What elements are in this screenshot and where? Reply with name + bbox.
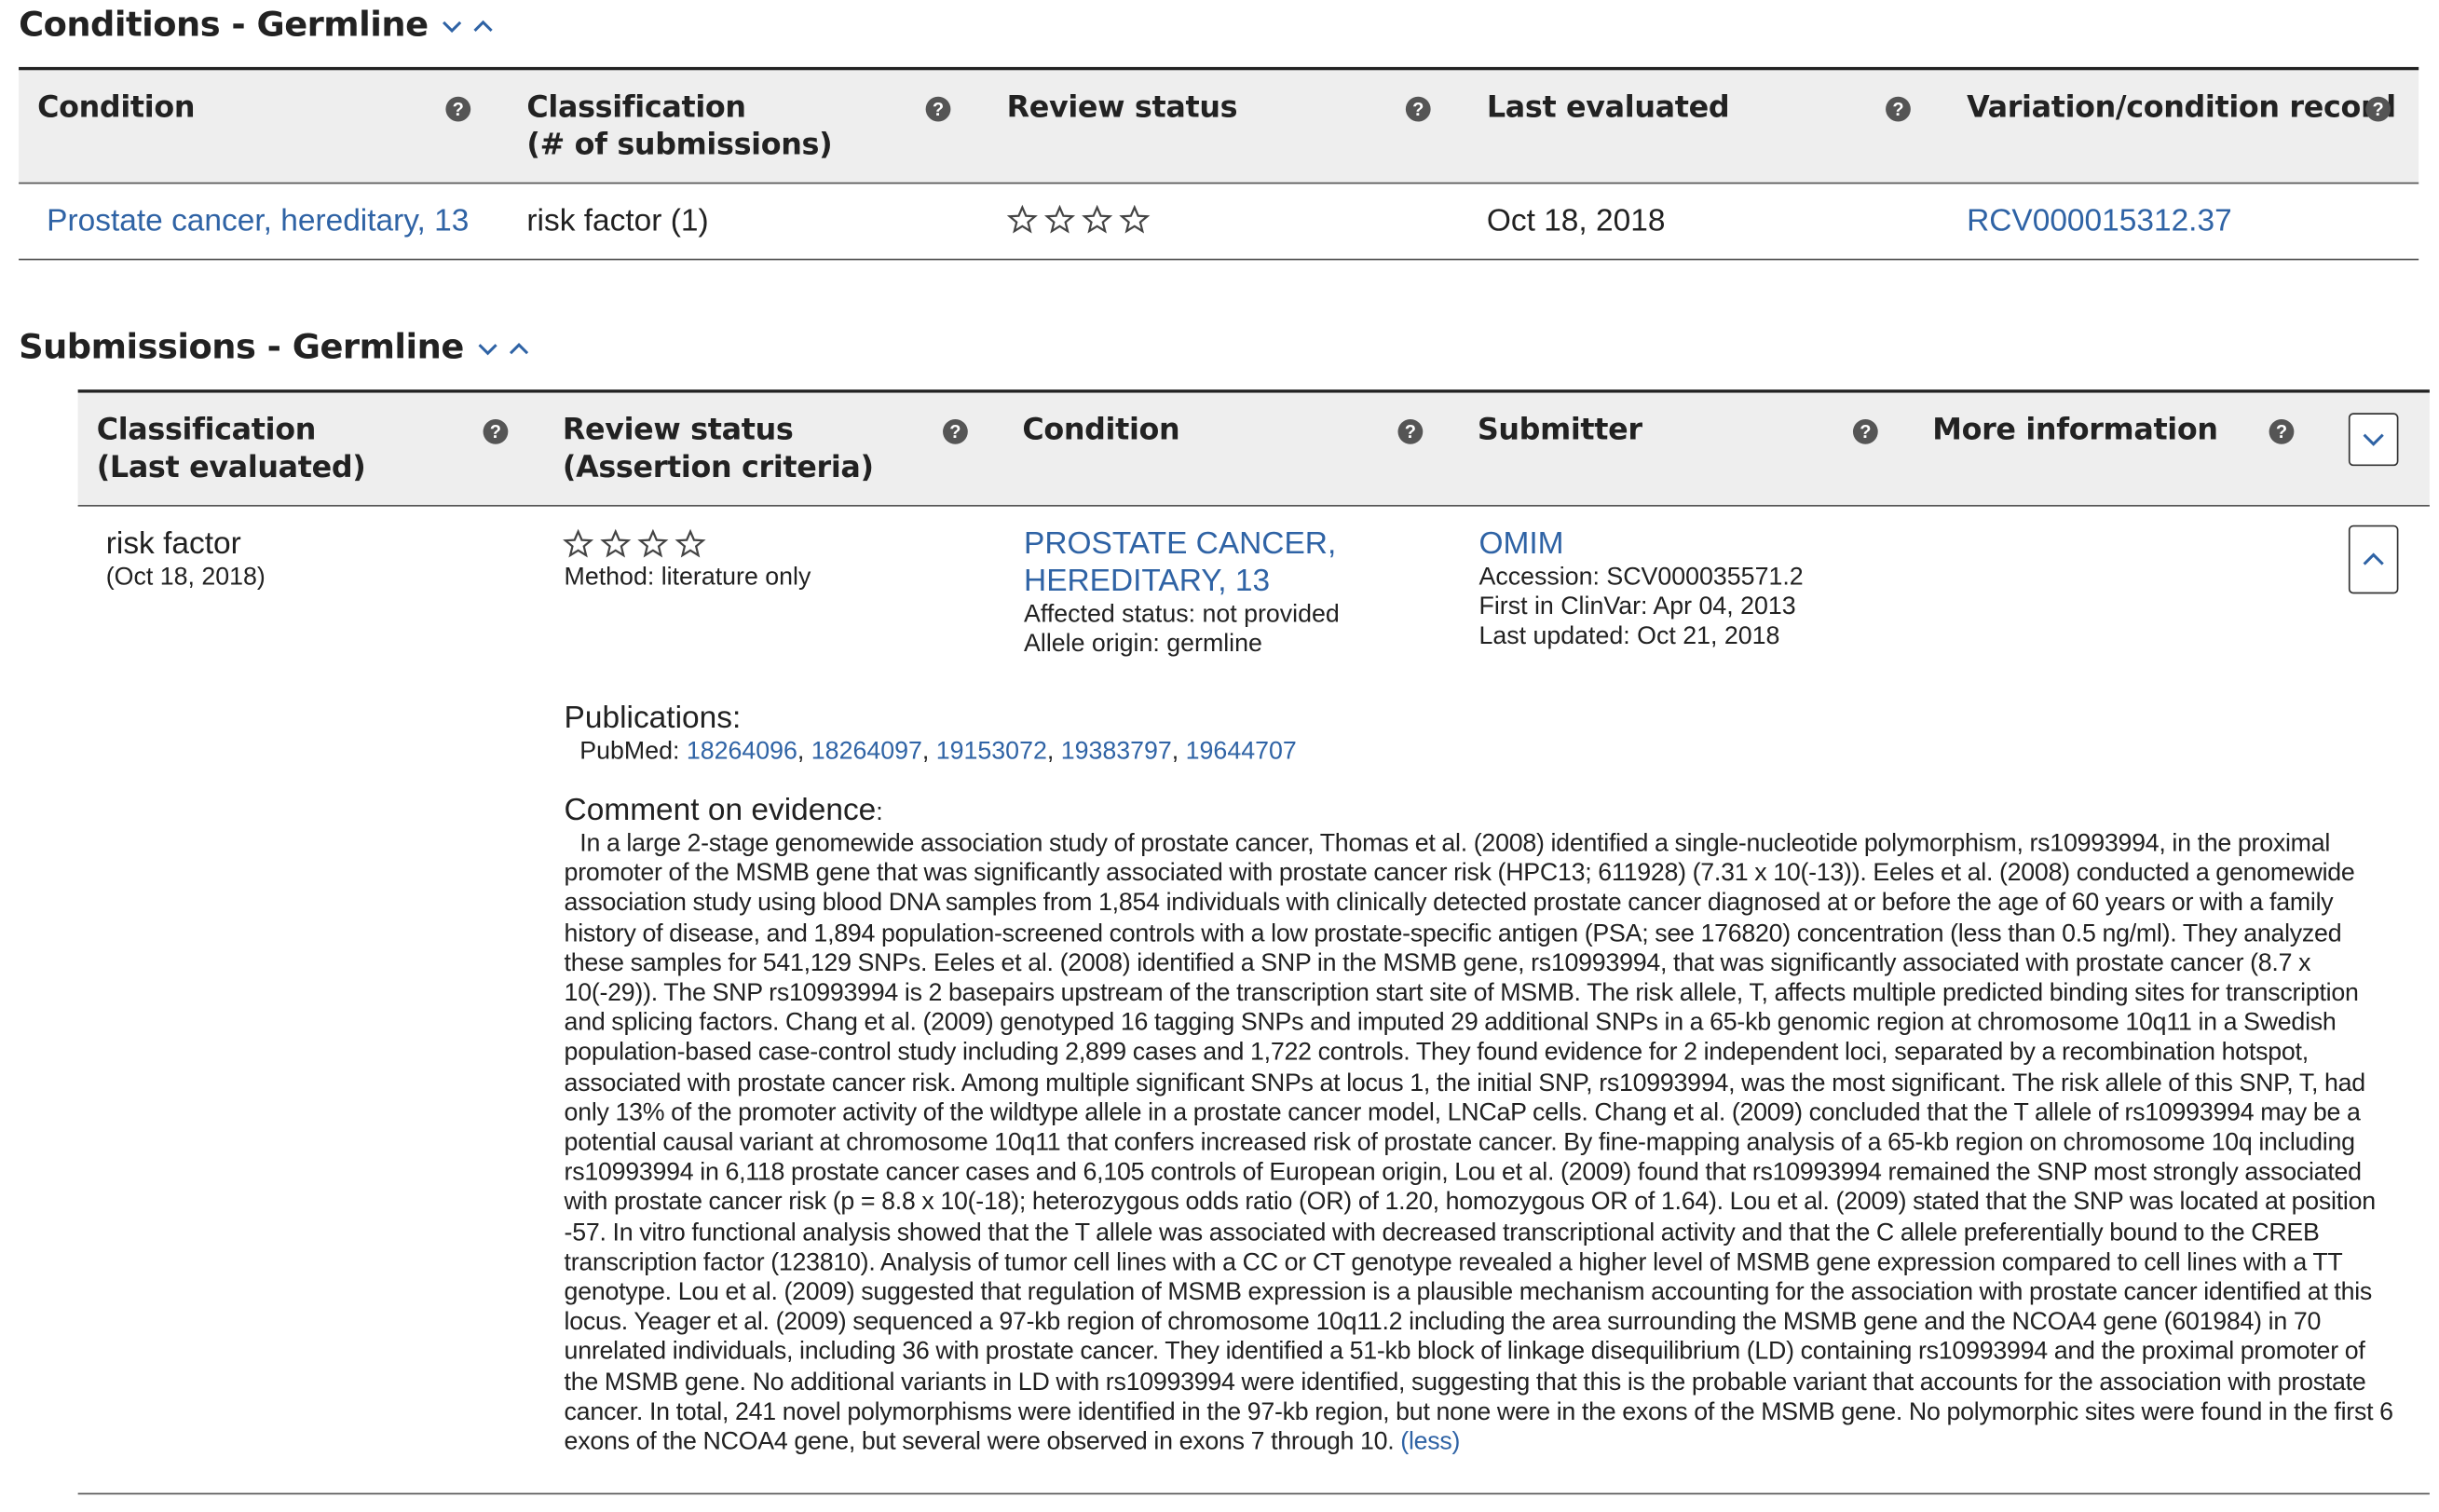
last-updated: Last updated: Oct 21, 2018: [1478, 623, 1780, 650]
allele-origin: Allele origin: germline: [1024, 631, 1262, 658]
col-condition[interactable]: Condition: [37, 89, 195, 126]
assertion-method: Method: literature only: [564, 564, 811, 591]
help-icon[interactable]: ?: [925, 96, 951, 122]
empty-star-icon: [600, 528, 632, 558]
condition-link[interactable]: Prostate cancer, hereditary, 13: [47, 202, 469, 239]
help-icon[interactable]: ?: [445, 96, 471, 122]
help-icon[interactable]: ?: [2269, 418, 2295, 444]
empty-star-icon: [674, 528, 706, 558]
col-review-status[interactable]: Review status (Assertion criteria): [563, 412, 874, 486]
collapse-chevron-down-icon[interactable]: [438, 12, 466, 40]
comment-label: Comment on evidence:: [565, 792, 883, 829]
table-divider: [77, 1492, 2430, 1495]
empty-star-icon: [1043, 204, 1076, 234]
classification-value: risk factor (1): [526, 204, 709, 238]
pubmed-label: PubMed:: [579, 738, 687, 766]
accession: Accession: SCV000035571.2: [1478, 564, 1804, 591]
less-link[interactable]: (less): [1400, 1429, 1460, 1455]
help-icon[interactable]: ?: [483, 418, 509, 444]
empty-star-icon: [563, 528, 594, 558]
col-condition[interactable]: Condition: [1022, 412, 1179, 449]
empty-star-icon: [1006, 204, 1038, 234]
help-icon[interactable]: ?: [2365, 96, 2391, 122]
empty-star-icon: [1082, 204, 1113, 234]
affected-status: Affected status: not provided: [1024, 601, 1340, 629]
col-review-status[interactable]: Review status: [1007, 89, 1238, 126]
col-submitter[interactable]: Submitter: [1478, 412, 1642, 449]
conditions-title-text: Conditions - Germline: [19, 6, 429, 46]
col-review-sub: (Assertion criteria): [562, 450, 874, 485]
col-classification-sub: (Last evaluated): [96, 450, 366, 485]
chevron-up-icon: [2363, 552, 2384, 565]
submitter-link[interactable]: OMIM: [1478, 525, 1563, 563]
col-record[interactable]: Variation/condition record: [1967, 89, 2396, 126]
conditions-section-title: Conditions - Germline: [19, 7, 497, 46]
chevron-down-icon: [2363, 433, 2384, 446]
last-evaluated-value: Oct 18, 2018: [1486, 204, 1666, 238]
col-classification[interactable]: Classification (# of submissions): [526, 89, 832, 163]
submission-condition-link[interactable]: PROSTATE CANCER, HEREDITARY, 13: [1024, 525, 1336, 600]
help-icon[interactable]: ?: [1886, 96, 1911, 122]
col-more-information[interactable]: More information: [1932, 412, 2218, 449]
submission-review-stars: [563, 528, 706, 559]
col-last-evaluated[interactable]: Last evaluated: [1487, 89, 1730, 126]
pubmed-link[interactable]: 19153072: [936, 739, 1047, 765]
pubmed-list: PubMed: 18264096, 18264097, 19153072, 19…: [579, 738, 1297, 766]
expand-all-button[interactable]: [2348, 413, 2399, 467]
pubmed-link[interactable]: 18264096: [687, 739, 797, 765]
col-review-label: Review status: [562, 413, 794, 448]
col-classification-sub: (# of submissions): [526, 128, 833, 162]
review-stars: [1006, 204, 1151, 235]
help-icon[interactable]: ?: [1405, 96, 1431, 122]
empty-star-icon: [1119, 204, 1151, 234]
comment-label-text: Comment on evidence: [564, 793, 877, 828]
help-icon[interactable]: ?: [1852, 418, 1878, 444]
collapse-chevron-up-icon[interactable]: [504, 334, 532, 362]
collapse-row-button[interactable]: [2348, 524, 2399, 594]
submissions-title-text: Submissions - Germline: [19, 328, 464, 368]
first-in-clinvar: First in ClinVar: Apr 04, 2013: [1478, 593, 1796, 620]
col-classification[interactable]: Classification (Last evaluated): [97, 412, 366, 486]
condition-link-line1: PROSTATE CANCER,: [1024, 526, 1337, 562]
pubmed-link[interactable]: 19644707: [1186, 739, 1297, 765]
collapse-chevron-down-icon[interactable]: [473, 334, 501, 362]
table-divider: [19, 258, 2419, 261]
help-icon[interactable]: ?: [943, 418, 968, 444]
conditions-table-header: Condition ? Classification (# of submiss…: [19, 66, 2419, 184]
comment-body: In a large 2-stage genomewide associatio…: [564, 830, 2393, 1456]
submission-classification: risk factor: [105, 526, 241, 562]
collapse-chevron-up-icon[interactable]: [469, 12, 497, 40]
submissions-table-header: Classification (Last evaluated) ? Review…: [77, 389, 2430, 507]
col-classification-label: Classification: [96, 413, 317, 448]
help-icon[interactable]: ?: [1397, 418, 1424, 444]
col-classification-label: Classification: [526, 90, 746, 125]
submission-date: (Oct 18, 2018): [105, 564, 266, 591]
pubmed-link[interactable]: 19383797: [1061, 739, 1172, 765]
page: Conditions - Germline Condition ? Classi…: [0, 0, 2439, 1512]
condition-link-line2: HEREDITARY, 13: [1024, 564, 1271, 599]
submissions-section-title: Submissions - Germline: [19, 329, 532, 368]
empty-star-icon: [637, 528, 669, 558]
pubmed-link[interactable]: 18264097: [811, 739, 922, 765]
rcv-record-link[interactable]: RCV000015312.37: [1967, 202, 2232, 239]
publications-label: Publications:: [564, 701, 742, 736]
comment-label-colon: :: [876, 799, 883, 826]
comment-on-evidence: In a large 2-stage genomewide associatio…: [565, 829, 2404, 1458]
